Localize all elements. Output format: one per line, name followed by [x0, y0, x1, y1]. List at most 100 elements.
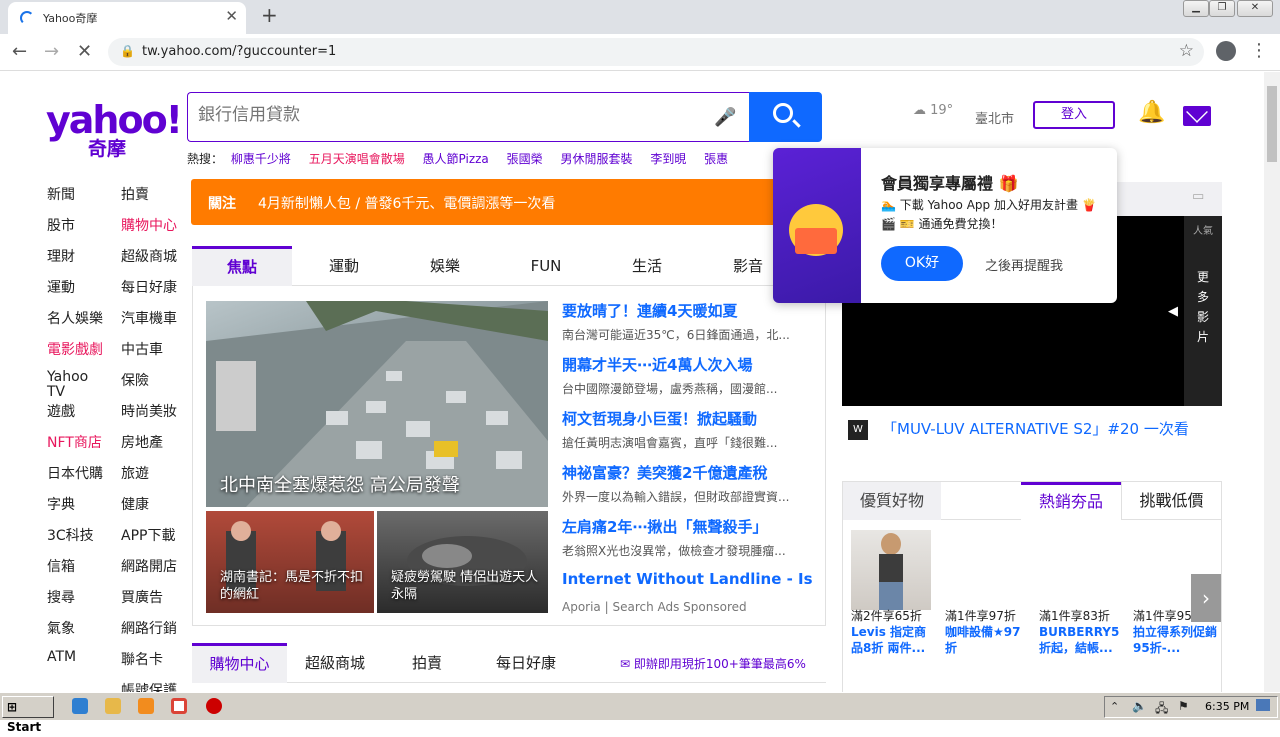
headline[interactable]: 左肩痛2年⋯揪出「無聲殺手」 老翁照X光也沒異常，做檢查才發現腫瘤... — [562, 516, 812, 559]
search-button[interactable] — [749, 92, 822, 142]
browser-tab[interactable]: Yahoo奇摩 ✕ — [8, 2, 246, 34]
nav-item[interactable]: 電影戲劇 — [47, 339, 103, 370]
thumb-story[interactable]: 湖南書記：馬是不折不扣的網紅 — [206, 511, 374, 613]
tab-super-mall[interactable]: 超級商城 — [292, 643, 378, 683]
bookmark-star-icon[interactable]: ☆ — [1179, 41, 1194, 61]
minimize-button[interactable]: ▁ — [1183, 0, 1209, 17]
product-image[interactable] — [851, 530, 931, 610]
nav-item[interactable]: 帳號保護 — [121, 680, 177, 692]
next-arrow-icon[interactable]: › — [1191, 574, 1221, 622]
back-icon[interactable]: ← — [12, 41, 27, 62]
url-field[interactable]: 🔒 tw.yahoo.com/?guccounter=1 ☆ — [108, 38, 1204, 66]
tray-expand-icon[interactable]: ⌃ — [1110, 700, 1119, 713]
chrome-icon[interactable] — [171, 698, 187, 714]
headline[interactable]: 要放晴了！連續4天暖如夏 南台灣可能逼近35℃，6日鋒面通過，北... — [562, 300, 812, 343]
tab-daily-deals[interactable]: 每日好康 — [482, 643, 570, 683]
forward-icon[interactable]: → — [44, 41, 59, 62]
nav-item[interactable]: APP下載 — [121, 525, 177, 556]
nav-item[interactable]: 字典 — [47, 494, 103, 525]
headline[interactable]: 神祕富豪？美突獲2千億遺產稅 外界一度以為輸入錯誤，但財政部證實資... — [562, 462, 812, 505]
nav-item[interactable]: 信箱 — [47, 556, 103, 587]
nav-item[interactable]: 運動 — [47, 277, 103, 308]
search-input[interactable] — [198, 105, 678, 125]
menu-kebab-icon[interactable]: ⋮ — [1250, 40, 1268, 61]
close-window-button[interactable]: ✕ — [1237, 0, 1273, 17]
prev-icon[interactable]: ◀ — [1168, 304, 1178, 319]
nav-item[interactable]: 股市 — [47, 215, 103, 246]
tab-entertainment[interactable]: 娛樂 — [395, 246, 495, 286]
bell-icon[interactable]: 🔔 — [1138, 100, 1165, 125]
popup-ok-button[interactable]: OK好 — [881, 246, 963, 281]
more-videos[interactable]: 人氣 更多影片 — [1184, 216, 1222, 406]
login-button[interactable]: 登入 — [1033, 101, 1115, 129]
media-icon[interactable] — [138, 698, 154, 714]
hero-story[interactable]: 北中南全塞爆惹怨 高公局發聲 — [206, 301, 548, 507]
clock[interactable]: 6:35 PM — [1205, 700, 1249, 713]
trending-link[interactable]: 男休閒服套裝 — [560, 152, 632, 166]
nav-item[interactable]: 網路行銷 — [121, 618, 177, 649]
weather-widget[interactable]: ☁ 19° — [913, 103, 953, 118]
microphone-icon[interactable]: 🎤 — [714, 107, 736, 128]
shop-item[interactable]: 滿1件享97折 咖啡設備★97折 — [945, 608, 1031, 656]
shop-item[interactable]: 滿2件享65折 Levis 指定商品8折 兩件... — [851, 608, 937, 656]
nav-item[interactable]: 買廣告 — [121, 587, 177, 618]
nav-item[interactable]: 健康 — [121, 494, 177, 525]
nav-item[interactable]: 遊戲 — [47, 401, 103, 432]
scroll-thumb[interactable] — [1267, 86, 1277, 162]
card-promo[interactable]: ✉ 即辦即用現折100+筆筆最高6% — [620, 655, 806, 672]
trending-link[interactable]: 愚人節Pizza — [423, 152, 489, 166]
nav-item[interactable]: 3C科技 — [47, 525, 103, 556]
nav-item[interactable]: 每日好康 — [121, 277, 177, 308]
trending-link[interactable]: 李到晛 — [650, 152, 686, 166]
nav-item[interactable]: 中古車 — [121, 339, 177, 370]
video-title-row[interactable]: W 「MUV-LUV ALTERNATIVE S2」#20 一次看 — [848, 418, 1189, 440]
close-tab-icon[interactable]: ✕ — [225, 7, 238, 25]
start-button[interactable]: ⊞ Start — [2, 696, 54, 734]
tab-focus[interactable]: 焦點 — [192, 246, 292, 286]
nav-item[interactable]: 房地產 — [121, 432, 177, 463]
nav-item[interactable]: 聯名卡 — [121, 649, 177, 680]
tab-shopping-center[interactable]: 購物中心 — [192, 643, 287, 683]
nav-item[interactable]: 時尚美妝 — [121, 401, 177, 432]
trending-link[interactable]: 張惠 — [704, 152, 728, 166]
nav-item[interactable]: 理財 — [47, 246, 103, 277]
maximize-button[interactable]: ❐ — [1209, 0, 1235, 17]
shop-tab-hot[interactable]: 熱銷夯品 — [1021, 482, 1121, 520]
network-icon[interactable]: 🖧 — [1155, 699, 1168, 720]
nav-item[interactable]: 拍賣 — [121, 184, 177, 215]
trending-link[interactable]: 五月天演唱會散場 — [309, 152, 405, 166]
nav-item[interactable]: 超級商城 — [121, 246, 177, 277]
trending-link[interactable]: 柳惠千少將 — [231, 152, 291, 166]
stop-app-icon[interactable] — [206, 698, 222, 714]
nav-item[interactable]: Yahoo TV — [47, 370, 95, 401]
promo-banner[interactable]: 關注 4月新制懶人包 / 普發6千元、電價調漲等一次看 — [191, 179, 783, 225]
ie-icon[interactable] — [72, 698, 88, 714]
show-desktop-icon[interactable] — [1256, 699, 1270, 711]
nav-item[interactable]: 網路開店 — [121, 556, 177, 587]
tab-fun[interactable]: FUN — [496, 246, 596, 286]
nav-item[interactable]: 購物中心 — [121, 215, 177, 246]
tab-sports[interactable]: 運動 — [294, 246, 394, 286]
weather-city[interactable]: 臺北市 — [975, 108, 1014, 127]
tab-auction[interactable]: 拍賣 — [387, 643, 467, 683]
tab-life[interactable]: 生活 — [597, 246, 697, 286]
page-scrollbar[interactable] — [1264, 72, 1280, 692]
nav-item[interactable]: 名人娛樂 — [47, 308, 103, 339]
headline[interactable]: 開幕才半天⋯近4萬人次入場 台中國際漫節登場，盧秀燕稱，國漫館... — [562, 354, 812, 397]
headline[interactable]: 柯文哲現身小巨蛋！掀起騷動 搶任黃明志演唱會嘉賓，直呼「錢很難... — [562, 408, 812, 451]
nav-item[interactable]: 搜尋 — [47, 587, 103, 618]
profile-icon[interactable] — [1216, 41, 1236, 61]
nav-item[interactable]: 氣象 — [47, 618, 103, 649]
headline[interactable]: Internet Without Landline - Is It... — [562, 570, 812, 588]
nav-item[interactable]: 汽車機車 — [121, 308, 177, 339]
new-tab-icon[interactable]: + — [261, 3, 278, 27]
popup-later-link[interactable]: 之後再提醒我 — [985, 255, 1063, 274]
flag-icon[interactable]: ⚑ — [1178, 699, 1189, 713]
stop-icon[interactable]: ✕ — [77, 41, 92, 62]
shop-item[interactable]: 滿1件享83折 BURBERRY5折起，結帳... — [1039, 608, 1125, 656]
nav-item[interactable]: 新聞 — [47, 184, 103, 215]
shop-tab-quality[interactable]: 優質好物 — [843, 482, 941, 520]
folder-icon[interactable] — [105, 698, 121, 714]
nav-item[interactable]: 旅遊 — [121, 463, 177, 494]
nav-item[interactable]: 保險 — [121, 370, 177, 401]
